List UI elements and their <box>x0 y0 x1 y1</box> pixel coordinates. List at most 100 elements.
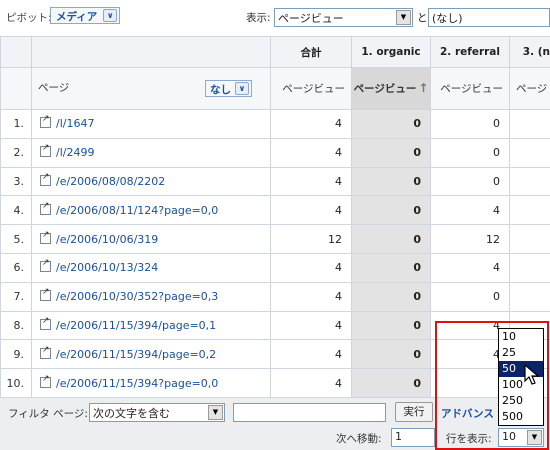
referral-value: 4 <box>430 195 510 226</box>
rows-option[interactable]: 500 <box>499 409 543 425</box>
metric-select[interactable]: ページビュー ▼ <box>274 8 413 27</box>
second-metric-select[interactable]: (なし) <box>428 8 550 27</box>
table-row: 2. /l/2499 4 0 0 <box>0 137 550 168</box>
page-link[interactable]: /e/2006/11/15/394/page=0,1 <box>56 319 216 332</box>
rows-option[interactable]: 250 <box>499 393 543 409</box>
third-value <box>509 137 550 168</box>
organic-value: 0 <box>351 166 431 197</box>
table-row: 9. /e/2006/11/15/394/page=0,2 4 0 4 <box>0 339 550 370</box>
go-to-page-input[interactable]: 1 <box>391 428 435 447</box>
third-value <box>509 252 550 283</box>
external-link-icon[interactable] <box>40 143 51 158</box>
total-value: 4 <box>270 339 352 370</box>
external-link-icon[interactable] <box>40 114 51 129</box>
chevron-down-icon: ∨ <box>103 9 118 22</box>
page-link[interactable]: /l/1647 <box>56 117 94 130</box>
pivot-table: 合計 1. organic 2. referral 3. (no ページ なし … <box>0 36 550 398</box>
filter-mode-select[interactable]: 次の文字を含む ▼ <box>89 403 225 422</box>
third-value <box>509 195 550 226</box>
referral-value: 0 <box>430 281 510 312</box>
column-header-row: ページ なし ∨ ページビュー ページビュー ↑ ページビュー ページ <box>0 67 550 110</box>
row-index: 2. <box>0 137 32 168</box>
filter-mode-value: 次の文字を含む <box>93 407 170 420</box>
header-total: 合計 <box>270 36 352 68</box>
page-cell: /e/2006/08/08/2202 <box>31 166 271 197</box>
dropdown-arrow-icon: ▼ <box>396 10 411 25</box>
go-to-label: 次へ移動: <box>336 433 382 445</box>
third-value <box>509 109 550 139</box>
header-referral: 2. referral <box>430 36 510 68</box>
page-link[interactable]: /l/2499 <box>56 146 94 159</box>
second-metric-value: (なし) <box>432 12 463 25</box>
referral-value: 4 <box>430 252 510 283</box>
referral-value: 0 <box>430 137 510 168</box>
table-row: 5. /e/2006/10/06/319 12 0 12 <box>0 224 550 254</box>
total-value: 4 <box>270 310 352 341</box>
page-cell: /e/2006/11/15/394?page=0,0 <box>31 368 271 398</box>
page-column-header: ページ なし ∨ <box>31 67 271 110</box>
table-row: 6. /e/2006/10/13/324 4 0 4 <box>0 252 550 283</box>
row-index: 10. <box>0 368 32 398</box>
external-link-icon[interactable] <box>40 287 51 302</box>
column-group-header-row: 合計 1. organic 2. referral 3. (no <box>0 36 550 68</box>
secondary-dimension-select[interactable]: なし ∨ <box>205 80 252 97</box>
page-cell: /l/2499 <box>31 137 271 168</box>
organic-value: 0 <box>351 224 431 254</box>
organic-value: 0 <box>351 137 431 168</box>
page-link[interactable]: /e/2006/10/13/324 <box>56 261 158 274</box>
pivot-dimension-value: メディア <box>56 11 98 23</box>
external-link-icon[interactable] <box>40 345 51 359</box>
third-pageviews-header[interactable]: ページ <box>509 67 550 110</box>
row-index: 6. <box>0 252 32 283</box>
page-link[interactable]: /e/2006/11/15/394?page=0,0 <box>56 377 218 390</box>
organic-value: 0 <box>351 281 431 312</box>
organic-value: 0 <box>351 368 431 398</box>
run-filter-button[interactable]: 実行 <box>395 402 433 422</box>
external-link-icon[interactable] <box>40 230 51 244</box>
organic-pageviews-label: ページビュー <box>353 83 417 95</box>
secondary-dimension-value: なし <box>210 84 231 96</box>
page-link[interactable]: /e/2006/10/30/352?page=0,3 <box>56 290 218 303</box>
metric-select-value: ページビュー <box>278 12 344 25</box>
external-link-icon[interactable] <box>40 374 51 388</box>
row-index: 5. <box>0 224 32 254</box>
header-third: 3. (no <box>509 36 550 68</box>
rows-per-page-select[interactable]: 10 ▼ <box>498 428 544 447</box>
page-cell: /e/2006/08/11/124?page=0,0 <box>31 195 271 226</box>
pivot-dimension-select[interactable]: メディア ∨ <box>50 7 121 24</box>
table-footer: フィルタ ページ: 次の文字を含む ▼ 実行 アドバンス 次へ移動: 1 行を表… <box>0 397 550 450</box>
organic-value: 0 <box>351 109 431 139</box>
page-cell: /e/2006/10/06/319 <box>31 224 271 254</box>
referral-pageviews-header[interactable]: ページビュー <box>430 67 510 110</box>
page-link[interactable]: /e/2006/11/15/394/page=0,2 <box>56 348 216 361</box>
filter-text-input[interactable] <box>233 403 386 422</box>
page-link[interactable]: /e/2006/08/08/2202 <box>56 175 165 188</box>
table-row: 8. /e/2006/11/15/394/page=0,1 4 0 4 <box>0 310 550 341</box>
total-value: 4 <box>270 109 352 139</box>
total-value: 4 <box>270 195 352 226</box>
rows-option-selected[interactable]: 50 <box>499 361 543 377</box>
page-cell: /e/2006/11/15/394/page=0,1 <box>31 310 271 341</box>
total-pageviews-header[interactable]: ページビュー <box>270 67 352 110</box>
row-index: 3. <box>0 166 32 197</box>
page-link[interactable]: /e/2006/08/11/124?page=0,0 <box>56 204 218 217</box>
advanced-filter-link[interactable]: アドバンス <box>441 406 494 421</box>
page-link[interactable]: /e/2006/10/06/319 <box>56 233 158 246</box>
third-value <box>509 224 550 254</box>
total-value: 4 <box>270 368 352 398</box>
external-link-icon[interactable] <box>40 201 51 215</box>
organic-pageviews-header[interactable]: ページビュー ↑ <box>351 67 431 110</box>
row-index: 7. <box>0 281 32 312</box>
rows-option[interactable]: 100 <box>499 377 543 393</box>
row-index: 8. <box>0 310 32 341</box>
header-spacer <box>0 36 32 68</box>
external-link-icon[interactable] <box>40 172 51 186</box>
external-link-icon[interactable] <box>40 258 51 273</box>
page-cell: /e/2006/10/13/324 <box>31 252 271 283</box>
rows-option[interactable]: 10 <box>499 329 543 345</box>
index-header <box>0 67 32 110</box>
header-spacer <box>31 36 271 68</box>
rows-option[interactable]: 25 <box>499 345 543 361</box>
table-row: 7. /e/2006/10/30/352?page=0,3 4 0 0 <box>0 281 550 312</box>
external-link-icon[interactable] <box>40 316 51 330</box>
